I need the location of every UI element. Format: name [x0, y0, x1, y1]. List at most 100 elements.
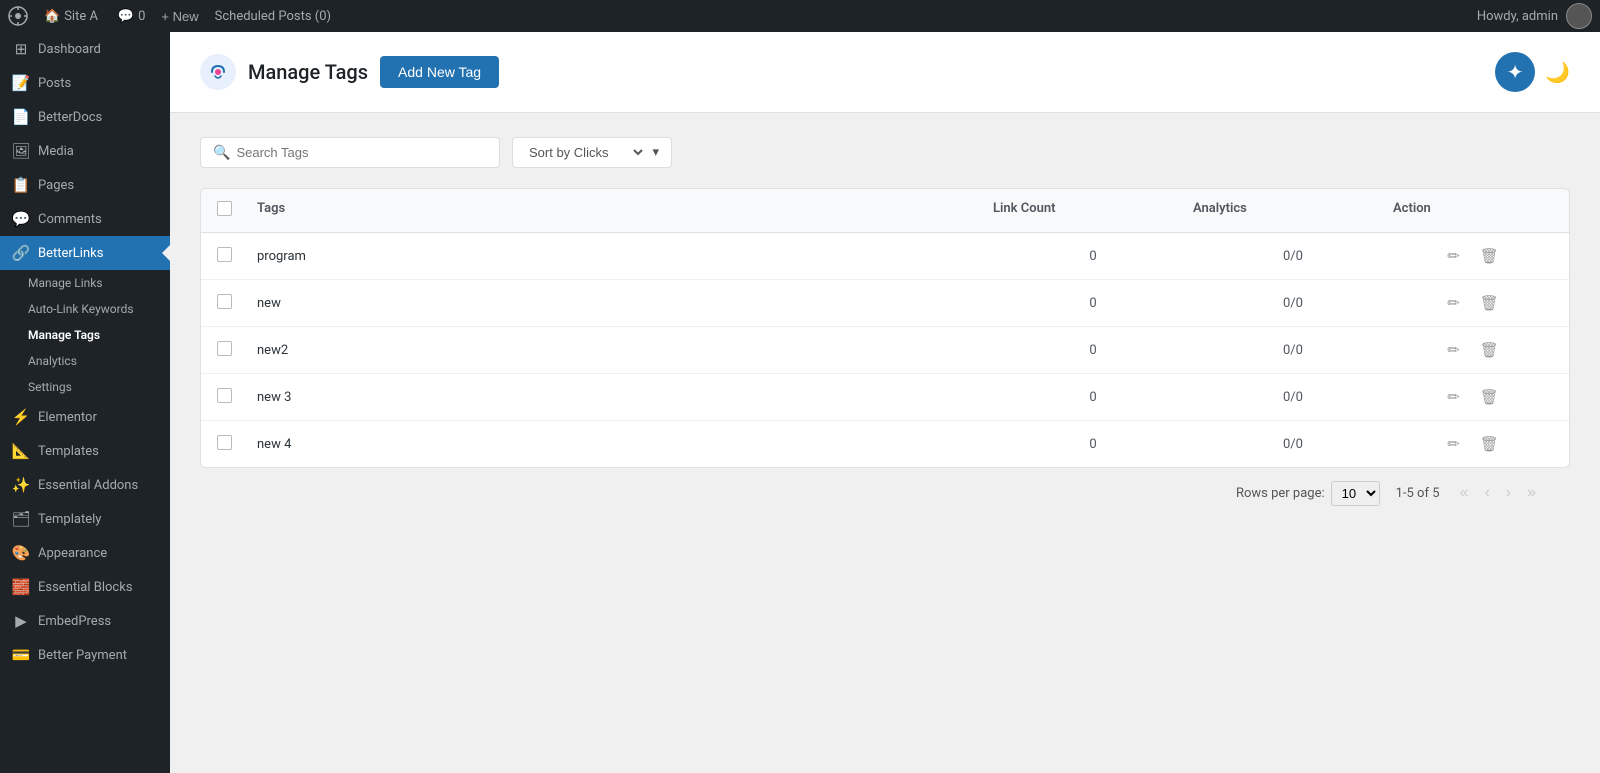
- prev-page-button[interactable]: ‹: [1480, 480, 1493, 506]
- betterlinks-icon: 🔗: [12, 244, 30, 262]
- row-actions: ✏ 🗑: [1393, 433, 1553, 455]
- settings-label: Settings: [28, 380, 72, 394]
- sidebar-item-label: Elementor: [38, 410, 97, 425]
- row-link-count: 0: [993, 437, 1193, 452]
- sidebar-item-essential-addons[interactable]: ✨ Essential Addons: [0, 468, 170, 502]
- rows-per-page: Rows per page: 10 25 50: [1236, 481, 1380, 506]
- row-actions: ✏ 🗑: [1393, 339, 1553, 361]
- sidebar-item-analytics[interactable]: Analytics: [0, 348, 170, 374]
- edit-button[interactable]: ✏: [1443, 292, 1464, 314]
- analytics-label: Analytics: [28, 354, 77, 368]
- edit-button[interactable]: ✏: [1443, 339, 1464, 361]
- add-new-tag-button[interactable]: Add New Tag: [380, 56, 499, 88]
- delete-button[interactable]: 🗑: [1476, 386, 1503, 408]
- sidebar-item-better-payment[interactable]: 💳 Better Payment: [0, 638, 170, 672]
- sidebar-item-posts[interactable]: 📝 Posts: [0, 66, 170, 100]
- delete-button[interactable]: 🗑: [1476, 245, 1503, 267]
- site-link[interactable]: 🏠 Site A: [40, 9, 102, 24]
- row-analytics: 0/0: [1193, 390, 1393, 405]
- main-content: Manage Tags Add New Tag ✦ 🌙 🔍: [170, 32, 1600, 773]
- row-tag-name: new 3: [257, 390, 993, 405]
- sidebar-item-label: Essential Blocks: [38, 580, 133, 595]
- comment-icon: 💬: [118, 9, 134, 24]
- sidebar-item-manage-links[interactable]: Manage Links: [0, 270, 170, 296]
- site-name: Site A: [64, 9, 98, 24]
- row-select-checkbox[interactable]: [217, 388, 232, 403]
- sort-dropdown[interactable]: Sort by ClicksSort by NameSort by Date ▾: [512, 137, 672, 168]
- templates-icon: 📐: [12, 442, 30, 460]
- edit-button[interactable]: ✏: [1443, 433, 1464, 455]
- star-button[interactable]: ✦: [1495, 52, 1535, 92]
- essential-blocks-icon: 🧱: [12, 578, 30, 596]
- sidebar-item-pages[interactable]: 📋 Pages: [0, 168, 170, 202]
- rows-per-page-label: Rows per page:: [1236, 486, 1325, 501]
- media-icon: 🖼: [12, 142, 30, 160]
- row-link-count: 0: [993, 390, 1193, 405]
- row-select-checkbox[interactable]: [217, 435, 232, 450]
- howdy-text: Howdy, admin: [1477, 9, 1558, 24]
- comments-icon: 💬: [12, 210, 30, 228]
- search-icon: 🔍: [213, 145, 230, 161]
- row-checkbox: [217, 294, 257, 313]
- select-all-checkbox[interactable]: [217, 201, 232, 216]
- delete-button[interactable]: 🗑: [1476, 433, 1503, 455]
- betterlinks-submenu: Manage Links Auto-Link Keywords Manage T…: [0, 270, 170, 400]
- templately-icon: 🗂: [12, 510, 30, 528]
- row-checkbox: [217, 388, 257, 407]
- delete-button[interactable]: 🗑: [1476, 339, 1503, 361]
- home-icon: 🏠: [44, 9, 60, 24]
- top-bar: 🏠 Site A 💬 0 + New Scheduled Posts (0) H…: [0, 0, 1600, 32]
- top-bar-right: Howdy, admin: [1477, 3, 1592, 29]
- edit-button[interactable]: ✏: [1443, 245, 1464, 267]
- sidebar-item-settings[interactable]: Settings: [0, 374, 170, 400]
- row-select-checkbox[interactable]: [217, 294, 232, 309]
- row-checkbox: [217, 341, 257, 360]
- row-tag-name: new2: [257, 343, 993, 358]
- scheduled-posts[interactable]: Scheduled Posts (0): [211, 9, 335, 24]
- table-row: program 0 0/0 ✏ 🗑: [201, 233, 1569, 280]
- sidebar-item-embedpress[interactable]: ▶ EmbedPress: [0, 604, 170, 638]
- dashboard-icon: ⊞: [12, 40, 30, 58]
- sidebar-item-label: Media: [38, 144, 74, 159]
- manage-tags-logo: [200, 54, 236, 90]
- sidebar-item-auto-link-keywords[interactable]: Auto-Link Keywords: [0, 296, 170, 322]
- last-page-button[interactable]: »: [1523, 480, 1540, 506]
- sidebar-item-betterlinks[interactable]: 🔗 BetterLinks: [0, 236, 170, 270]
- sidebar-item-label: Dashboard: [38, 42, 101, 57]
- edit-button[interactable]: ✏: [1443, 386, 1464, 408]
- delete-button[interactable]: 🗑: [1476, 292, 1503, 314]
- sidebar-item-templates[interactable]: 📐 Templates: [0, 434, 170, 468]
- sidebar-item-templately[interactable]: 🗂 Templately: [0, 502, 170, 536]
- row-actions: ✏ 🗑: [1393, 292, 1553, 314]
- dark-mode-button[interactable]: 🌙: [1545, 60, 1570, 85]
- new-button[interactable]: + New: [161, 9, 198, 24]
- sidebar-item-essential-blocks[interactable]: 🧱 Essential Blocks: [0, 570, 170, 604]
- next-page-button[interactable]: ›: [1502, 480, 1515, 506]
- comments-link[interactable]: 💬 0: [114, 9, 150, 24]
- row-analytics: 0/0: [1193, 437, 1393, 452]
- user-avatar[interactable]: [1566, 3, 1592, 29]
- embedpress-icon: ▶: [12, 612, 30, 630]
- sidebar-item-comments[interactable]: 💬 Comments: [0, 202, 170, 236]
- table-row: new 0 0/0 ✏ 🗑: [201, 280, 1569, 327]
- search-input[interactable]: [236, 145, 487, 160]
- rows-per-page-select[interactable]: 10 25 50: [1331, 481, 1380, 506]
- sort-select-input[interactable]: Sort by ClicksSort by NameSort by Date: [525, 144, 646, 161]
- row-select-checkbox[interactable]: [217, 247, 232, 262]
- row-analytics: 0/0: [1193, 249, 1393, 264]
- sidebar-item-manage-tags[interactable]: Manage Tags: [0, 322, 170, 348]
- header-link-count: Link Count: [993, 201, 1193, 220]
- wp-logo-icon: [8, 6, 28, 26]
- moon-icon: 🌙: [1545, 62, 1570, 84]
- first-page-button[interactable]: «: [1456, 480, 1473, 506]
- sidebar-item-betterdocs[interactable]: 📄 BetterDocs: [0, 100, 170, 134]
- top-bar-left: 🏠 Site A 💬 0 + New Scheduled Posts (0): [8, 6, 1477, 26]
- star-icon: ✦: [1507, 60, 1524, 85]
- table-row: new2 0 0/0 ✏ 🗑: [201, 327, 1569, 374]
- sidebar-item-elementor[interactable]: ⚡ Elementor: [0, 400, 170, 434]
- sidebar-item-media[interactable]: 🖼 Media: [0, 134, 170, 168]
- sidebar-item-dashboard[interactable]: ⊞ Dashboard: [0, 32, 170, 66]
- sidebar-item-appearance[interactable]: 🎨 Appearance: [0, 536, 170, 570]
- row-select-checkbox[interactable]: [217, 341, 232, 356]
- page-header-left: Manage Tags Add New Tag: [200, 54, 499, 90]
